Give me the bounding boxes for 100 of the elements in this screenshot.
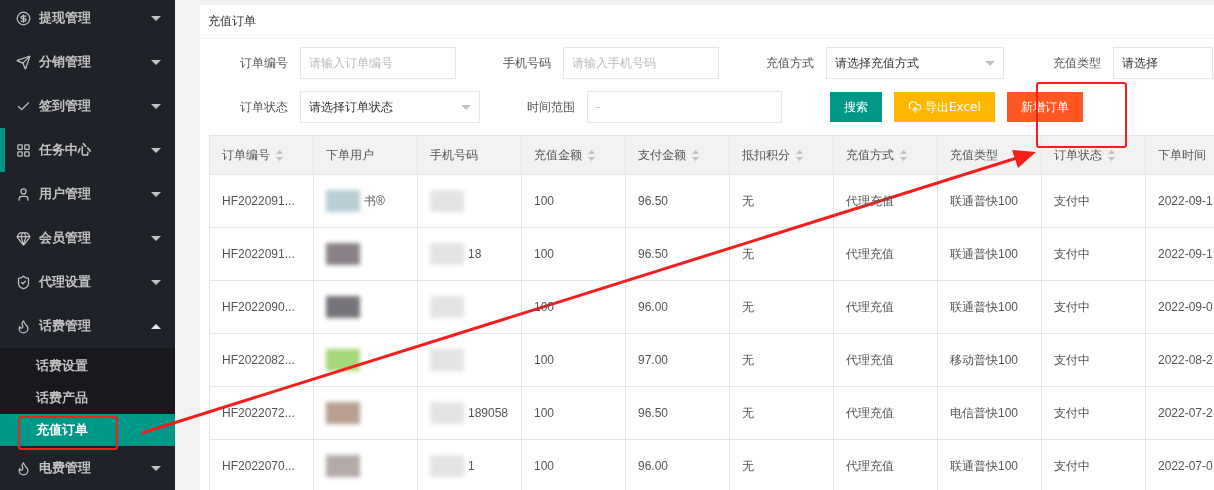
cell-text: HF2022091... <box>222 247 295 261</box>
paper-plane-icon <box>16 54 31 70</box>
cell-text: 书® <box>364 192 385 210</box>
column-header[interactable]: 订单状态 <box>1042 136 1146 175</box>
cell-text: 支付中 <box>1054 192 1090 210</box>
caret-icon <box>151 279 161 285</box>
page-title: 充值订单 <box>200 5 1214 39</box>
cell-text: 100 <box>534 247 555 261</box>
sidebar-item[interactable]: 分销管理 <box>0 40 175 84</box>
cell-text: 1 <box>468 459 475 473</box>
submenu-item[interactable]: 话费产品 <box>0 382 175 414</box>
caret-icon <box>151 59 161 65</box>
redacted-block <box>326 243 360 265</box>
cell-text: 代理充值 <box>846 457 894 475</box>
header-label: 订单编号 <box>222 146 270 164</box>
select-field[interactable]: 请选择 <box>1113 47 1213 79</box>
cell-text: HF2022072... <box>222 406 295 420</box>
header-label: 充值方式 <box>846 146 894 164</box>
sort-icon[interactable] <box>588 149 595 161</box>
cell-text: HF2022070... <box>222 459 295 473</box>
cell-text: 96.50 <box>638 247 669 261</box>
cell-text: 支付中 <box>1054 245 1090 263</box>
redacted-block <box>430 243 464 265</box>
cell-text: 97.00 <box>638 353 669 367</box>
filter-label: 充值类型 <box>1052 54 1102 72</box>
select-field[interactable]: 请选择充值方式 <box>826 47 1004 79</box>
select-field[interactable]: 请选择订单状态 <box>300 91 480 123</box>
column-header[interactable]: 充值方式 <box>834 136 938 175</box>
filter-label: 时间范围 <box>526 98 576 116</box>
input-field[interactable]: 请输入订单编号 <box>300 47 456 79</box>
cell-text: 联通普快100 <box>950 192 1019 210</box>
shield-icon <box>16 274 31 290</box>
caret-icon <box>151 191 161 197</box>
input-field[interactable]: - <box>587 91 782 123</box>
cell-text: 支付中 <box>1054 298 1090 316</box>
cell-text: 96.50 <box>638 194 669 208</box>
cell-text: 2022-07-2 <box>1158 406 1213 420</box>
cell-text: 无 <box>742 245 754 263</box>
sort-icon[interactable] <box>1108 149 1115 161</box>
cell-text: 支付中 <box>1054 351 1090 369</box>
sidebar-item[interactable]: 提现管理 <box>0 0 175 40</box>
header-label: 下单用户 <box>326 146 374 164</box>
cell-text: 96.00 <box>638 459 669 473</box>
search-button[interactable]: 搜索 <box>830 92 882 122</box>
cell-text: 联通普快100 <box>950 457 1019 475</box>
cell-text: 支付中 <box>1054 404 1090 422</box>
sidebar-item[interactable]: 用户管理 <box>0 172 175 216</box>
cell-text: 2022-09-1 <box>1158 194 1213 208</box>
filter-label: 充值方式 <box>765 54 815 72</box>
sort-icon[interactable] <box>276 149 283 161</box>
cell-text: 18 <box>468 247 482 261</box>
sidebar-item[interactable]: 电费管理 <box>0 446 175 490</box>
caret-icon <box>151 15 161 21</box>
caret-icon <box>151 465 161 471</box>
sidebar-item[interactable]: 会员管理 <box>0 216 175 260</box>
header-label: 充值金额 <box>534 146 582 164</box>
filter-label: 手机号码 <box>502 54 552 72</box>
redacted-block <box>326 455 360 477</box>
grid-icon <box>16 142 31 158</box>
header-label: 支付金额 <box>638 146 686 164</box>
sort-icon[interactable] <box>692 149 699 161</box>
sidebar-item[interactable]: 任务中心 <box>0 128 175 172</box>
cell-text: 100 <box>534 406 555 420</box>
cell-text: 189058 <box>468 406 509 420</box>
filter-label: 订单编号 <box>239 54 289 72</box>
header-label: 充值类型 <box>950 146 998 164</box>
cell-text: 100 <box>534 353 555 367</box>
cloud-upload-icon <box>908 100 922 114</box>
cell-text: 代理充值 <box>846 404 894 422</box>
submenu-item[interactable]: 话费设置 <box>0 350 175 382</box>
header-label: 手机号码 <box>430 146 478 164</box>
filter-label: 订单状态 <box>239 98 289 116</box>
sidebar-item[interactable]: 代理设置 <box>0 260 175 304</box>
cell-text: 代理充值 <box>846 298 894 316</box>
cell-text: 联通普快100 <box>950 298 1019 316</box>
cell-text: 100 <box>534 459 555 473</box>
caret-icon <box>985 60 995 66</box>
cell-text: 2022-09-1 <box>1158 247 1213 261</box>
redacted-block <box>430 349 464 371</box>
cell-text: 无 <box>742 298 754 316</box>
header-label: 订单状态 <box>1054 146 1102 164</box>
column-header[interactable]: 支付金额 <box>626 136 730 175</box>
sidebar-item[interactable]: 签到管理 <box>0 84 175 128</box>
redacted-block <box>326 349 360 371</box>
cell-text: HF2022091... <box>222 194 295 208</box>
sort-icon[interactable] <box>796 149 803 161</box>
column-header[interactable]: 订单编号 <box>210 136 314 175</box>
diamond-icon <box>16 230 31 246</box>
redacted-block <box>430 455 464 477</box>
cell-text: 联通普快100 <box>950 245 1019 263</box>
sidebar-item[interactable]: 话费管理 <box>0 304 175 348</box>
submenu-item[interactable]: 充值订单 <box>0 414 175 446</box>
sort-icon[interactable] <box>900 149 907 161</box>
input-field[interactable]: 请输入手机号码 <box>563 47 719 79</box>
column-header[interactable]: 抵扣积分 <box>730 136 834 175</box>
caret-icon <box>151 147 161 153</box>
cell-text: 代理充值 <box>846 351 894 369</box>
column-header[interactable]: 充值金额 <box>522 136 626 175</box>
cell-text: 无 <box>742 457 754 475</box>
cell-text: 2022-07-0 <box>1158 459 1213 473</box>
